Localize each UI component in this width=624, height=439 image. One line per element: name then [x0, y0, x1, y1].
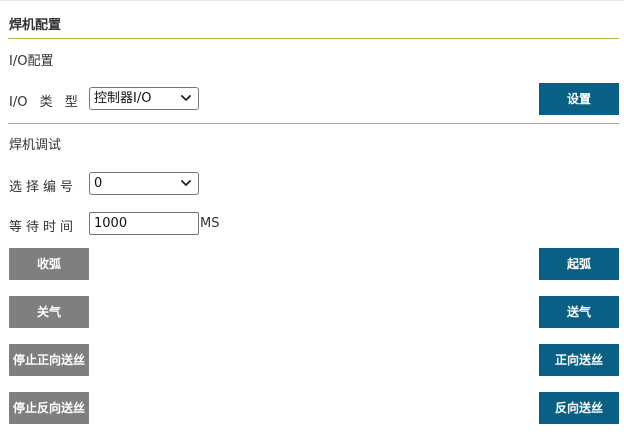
- gas-on-button[interactable]: 送气: [539, 296, 619, 328]
- io-type-select-value: 控制器I/O: [94, 91, 152, 106]
- arc-off-button[interactable]: 收弧: [9, 248, 89, 280]
- reverse-feed-button[interactable]: 反向送丝: [539, 392, 619, 424]
- welder-debug-heading: 焊机调试: [9, 138, 62, 153]
- set-button[interactable]: 设置: [539, 83, 619, 115]
- select-number-value: 0: [94, 176, 103, 191]
- stop-forward-feed-button[interactable]: 停止正向送丝: [9, 344, 89, 376]
- chevron-down-icon: [181, 95, 191, 101]
- page-title: 焊机配置: [9, 18, 62, 33]
- select-number-label: 选择编号: [9, 180, 78, 195]
- wait-time-unit: MS: [200, 216, 220, 231]
- arc-on-button[interactable]: 起弧: [539, 248, 619, 280]
- io-type-label: I/O 类 型: [9, 95, 78, 110]
- welder-config-panel: 焊机配置 I/O配置 I/O 类 型 控制器I/O 设置 焊机调试 选择编号 0…: [0, 0, 624, 439]
- gas-off-button[interactable]: 关气: [9, 296, 89, 328]
- select-number-dropdown[interactable]: 0: [89, 172, 199, 195]
- io-type-select[interactable]: 控制器I/O: [89, 87, 199, 110]
- wait-time-input[interactable]: 1000: [89, 212, 199, 235]
- io-config-heading: I/O配置: [9, 54, 54, 69]
- divider-top: [8, 38, 619, 39]
- chevron-down-icon: [181, 180, 191, 186]
- wait-time-label: 等待时间: [9, 220, 78, 235]
- forward-feed-button[interactable]: 正向送丝: [539, 344, 619, 376]
- wait-time-value: 1000: [94, 216, 128, 231]
- stop-reverse-feed-button[interactable]: 停止反向送丝: [9, 392, 89, 424]
- divider-middle: [8, 123, 619, 124]
